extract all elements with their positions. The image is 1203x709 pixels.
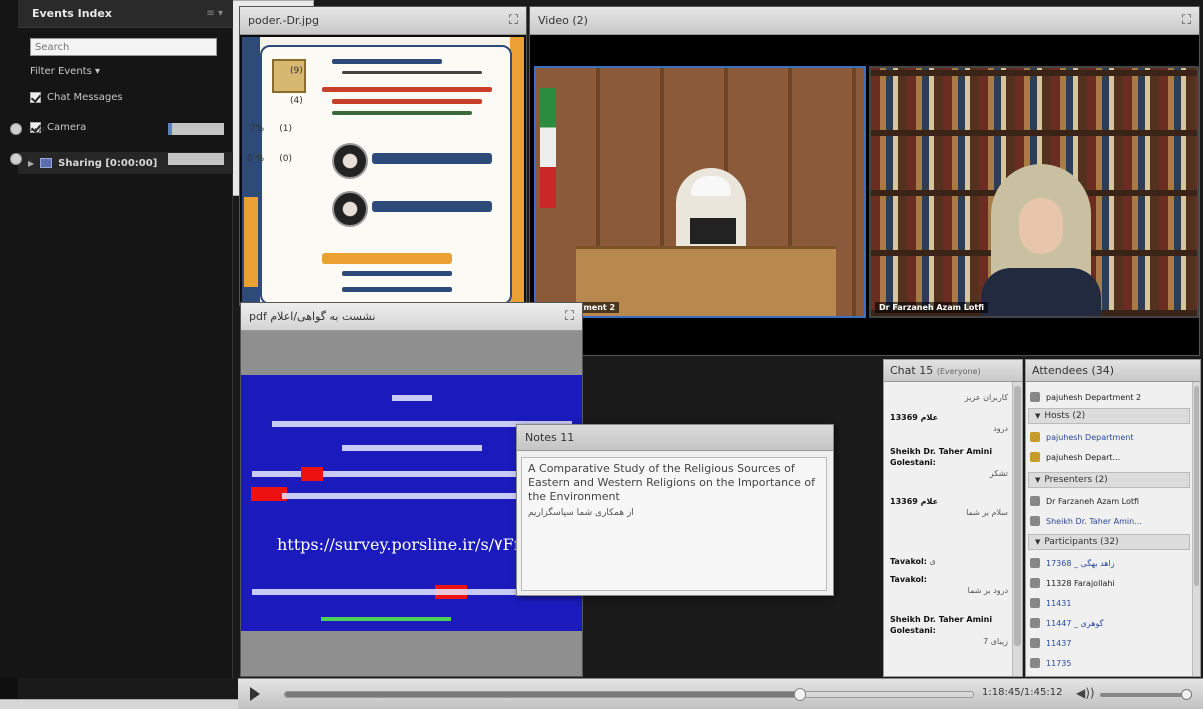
- participant-row[interactable]: 11431: [1030, 594, 1188, 612]
- poster-logo: [272, 59, 306, 93]
- host-row[interactable]: pajuhesh Department: [1030, 428, 1188, 446]
- participant-icon: [1030, 598, 1040, 608]
- poll-count: (9): [290, 66, 303, 76]
- feed-label: Dr Farzaneh Azam Lotfi: [875, 302, 989, 313]
- poster-image: [242, 37, 524, 305]
- participant-icon: [1030, 658, 1040, 668]
- poster-pod-title: poder.-Dr.jpg: [248, 14, 319, 27]
- pdf-pod-title: pdf نشست به گواهی/اعلام: [249, 310, 376, 323]
- flag-image: [540, 88, 556, 208]
- chat-message: Sheikh Dr. Taher Amini Golestani: زیبای …: [890, 615, 1008, 646]
- presenter-icon: [1030, 496, 1040, 506]
- volume-handle[interactable]: [1181, 689, 1192, 700]
- expand-icon[interactable]: ⛶: [509, 13, 518, 28]
- playback-time: 1:18:45/1:45:12: [982, 687, 1063, 698]
- notes-header: Notes 11: [517, 425, 833, 451]
- expand-icon[interactable]: ⛶: [1182, 13, 1191, 28]
- participant-icon: [1030, 638, 1040, 648]
- video-feed-department[interactable]: h Department 2: [534, 66, 866, 318]
- presenter-row[interactable]: Sheikh Dr. Taher Amin...: [1030, 512, 1188, 530]
- host-row[interactable]: pajuhesh Depart...: [1030, 448, 1188, 466]
- user-icon: [1030, 392, 1040, 402]
- participant-row[interactable]: 11447 _ گوهری: [1030, 614, 1188, 632]
- poll-result-bar: [168, 123, 224, 135]
- attendees-header: Attendees (34): [1026, 360, 1200, 382]
- seek-progress: [285, 692, 801, 697]
- pdf-pod-header: pdf نشست به گواهی/اعلام ⛶: [241, 303, 582, 331]
- poll-radio[interactable]: [10, 123, 22, 135]
- poster-side-banner: [244, 197, 258, 287]
- chat-message: 13369 علام درود: [890, 413, 1008, 433]
- notes-text: A Comparative Study of the Religious Sou…: [528, 462, 815, 503]
- events-index-title: Events Index: [32, 7, 112, 20]
- chat-message: کاربران عزیز: [964, 393, 1008, 402]
- poll-percent: 7%: [249, 124, 264, 134]
- poll-radio[interactable]: [10, 153, 22, 165]
- host-icon: [1030, 452, 1040, 462]
- participant-row[interactable]: 11735: [1030, 654, 1188, 672]
- participant-icon: [1030, 618, 1040, 628]
- video-pod-title: Video (2): [538, 14, 588, 27]
- attendees-scrollbar[interactable]: [1192, 382, 1200, 676]
- chat-pod: Chat 15 (Everyone) کاربران عزیز 13369 عل…: [883, 359, 1023, 677]
- expand-icon[interactable]: ⛶: [565, 309, 574, 324]
- notes-pod: Notes 11 A Comparative Study of the Reli…: [516, 424, 834, 596]
- filter-chat-messages[interactable]: Chat Messages: [30, 92, 123, 103]
- participant-icon: [1030, 578, 1040, 588]
- poll-count: (1): [279, 124, 292, 134]
- poll-count: (4): [290, 96, 303, 106]
- presenter-row[interactable]: Dr Farzaneh Azam Lotfi: [1030, 492, 1188, 510]
- survey-link[interactable]: https://survey.porsline.ir/s/۷FfnA: [277, 535, 542, 554]
- playback-bar: 1:18:45/1:45:12 ◀)): [238, 678, 1203, 709]
- events-index-header: Events Index ≡ ▾: [18, 0, 233, 28]
- notes-text-persian: از همکاری شما سپاسگزاریم: [528, 508, 634, 518]
- poll-count: (0): [279, 154, 292, 164]
- volume-slider[interactable]: [1100, 689, 1192, 700]
- chat-message: 13369 علام سلام بر شما: [890, 497, 1008, 517]
- poster-pod-header: poder.-Dr.jpg ⛶: [240, 7, 526, 35]
- chat-scope[interactable]: (Everyone): [937, 367, 981, 376]
- participant-icon: [1030, 558, 1040, 568]
- participant-row[interactable]: 17368 _ زاهد بهگی: [1030, 554, 1188, 572]
- notes-body[interactable]: A Comparative Study of the Religious Sou…: [521, 457, 827, 591]
- poll-option-row[interactable]: ه 0 % (0): [10, 150, 310, 168]
- filter-events-label: Filter Events ▾: [30, 66, 100, 77]
- events-search-input[interactable]: [30, 38, 217, 56]
- chat-message: Tavakol: درود بر شما: [890, 575, 1008, 595]
- my-status-row[interactable]: pajuhesh Department 2: [1030, 388, 1188, 406]
- poster-right-strip: [510, 37, 524, 305]
- poll-option-label: ه: [28, 154, 33, 164]
- volume-icon[interactable]: ◀)): [1076, 686, 1095, 700]
- events-index-sidebar: Events Index ≡ ▾ Filter Events ▾ Chat Me…: [0, 0, 233, 678]
- participant-row[interactable]: 11328 Farajollahi: [1030, 574, 1188, 592]
- attendees-pod: Attendees (34) pajuhesh Department 2 ▼ Ho…: [1025, 359, 1201, 677]
- seek-bar[interactable]: [284, 688, 974, 701]
- sidebar-menu-icon[interactable]: ≡ ▾: [206, 8, 223, 19]
- participants-section[interactable]: ▼ Participants (32): [1028, 534, 1190, 550]
- poster-card: [260, 45, 512, 305]
- chat-message: Sheikh Dr. Taher Amini Golestani: تشکر: [890, 447, 1008, 478]
- filter-events-dropdown[interactable]: Filter Events ▾: [30, 66, 100, 77]
- chat-title: Chat 15: [890, 364, 934, 377]
- chat-message: Tavakol: ی: [890, 557, 936, 566]
- chat-scrollbar[interactable]: [1012, 382, 1022, 676]
- poll-result-bar: [168, 153, 224, 165]
- presenter-icon: [1030, 516, 1040, 526]
- poll-percent: 0 %: [246, 154, 264, 164]
- play-button[interactable]: [250, 687, 260, 701]
- chat-header: Chat 15 (Everyone): [884, 360, 1022, 382]
- speaker-photo-1: [332, 143, 368, 179]
- speaker-photo-2: [332, 191, 368, 227]
- participant-row[interactable]: 11437: [1030, 634, 1188, 652]
- chat-messages-checkbox[interactable]: [30, 92, 41, 103]
- video-pod-header: Video (2) ⛶: [530, 7, 1199, 35]
- chat-messages-label: Chat Messages: [47, 92, 123, 103]
- poll-option-label: عرب: [28, 124, 47, 134]
- host-icon: [1030, 432, 1040, 442]
- poll-option-row[interactable]: عرب 7% (1): [10, 120, 310, 138]
- presenters-section[interactable]: ▼ Presenters (2): [1028, 472, 1190, 488]
- video-feed-presenter[interactable]: Dr Farzaneh Azam Lotfi: [869, 66, 1199, 318]
- hosts-section[interactable]: ▼ Hosts (2): [1028, 408, 1190, 424]
- seek-handle[interactable]: [794, 688, 807, 701]
